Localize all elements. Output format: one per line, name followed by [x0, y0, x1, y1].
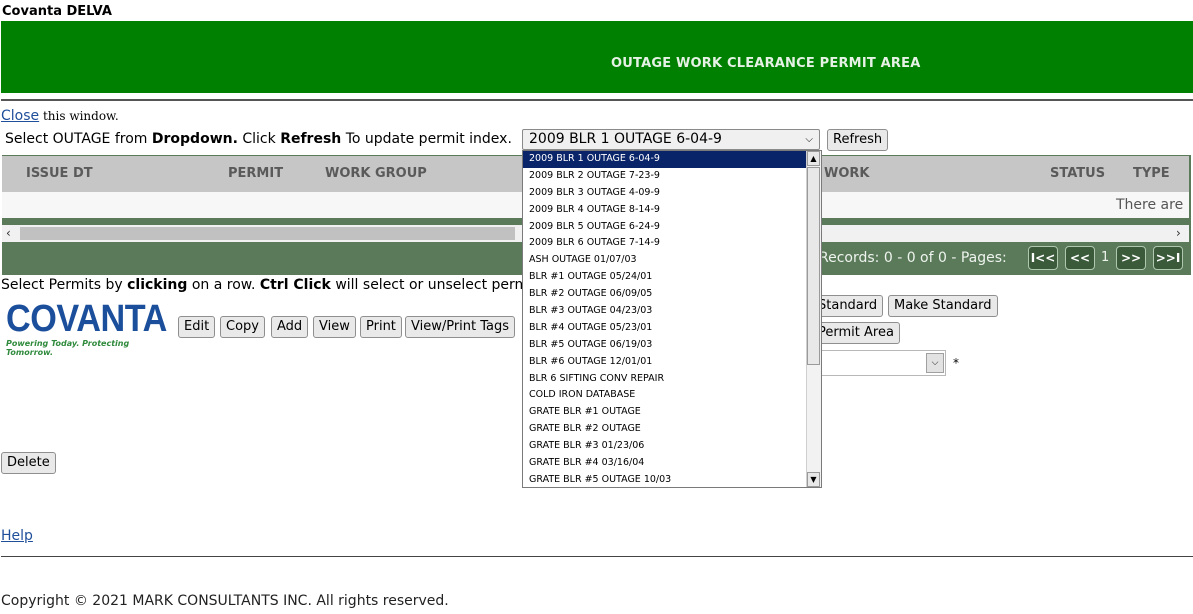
- dropdown-option[interactable]: GRATE BLR #5 OUTAGE 10/03: [523, 472, 821, 487]
- scroll-up-icon[interactable]: ▲: [807, 151, 820, 166]
- dropdown-option[interactable]: BLR #3 OUTAGE 04/23/03: [523, 303, 821, 320]
- print-button[interactable]: Print: [360, 316, 402, 338]
- dropdown-option[interactable]: GRATE BLR #2 OUTAGE: [523, 421, 821, 438]
- outage-select-value: 2009 BLR 1 OUTAGE 6-04-9: [529, 131, 722, 147]
- help-link[interactable]: Help: [1, 528, 33, 544]
- select-permits-instruction: Select Permits by clicking on a row. Ctr…: [1, 277, 528, 293]
- scroll-down-icon[interactable]: ▼: [807, 472, 820, 487]
- logo-tagline: Powering Today. Protecting Tomorrow.: [6, 339, 130, 357]
- dropdown-option[interactable]: BLR 6 SIFTING CONV REPAIR: [523, 371, 821, 388]
- column-header-work[interactable]: WORK: [824, 166, 869, 181]
- dropdown-option[interactable]: 2009 BLR 2 OUTAGE 7-23-9: [523, 168, 821, 185]
- outage-instruction: Select OUTAGE from Dropdown. Click Refre…: [5, 131, 512, 147]
- last-page-button[interactable]: >>I: [1153, 246, 1183, 270]
- first-page-button[interactable]: I<<: [1028, 246, 1058, 270]
- column-header-issue-dt[interactable]: ISSUE DT: [26, 166, 93, 181]
- close-link[interactable]: Close: [1, 108, 39, 124]
- instruction-text: Click: [237, 131, 281, 147]
- instruction-bold: Refresh: [280, 131, 342, 147]
- dropdown-option[interactable]: COLD IRON DATABASE: [523, 387, 821, 404]
- dropdown-option[interactable]: GRATE BLR #4 03/16/04: [523, 455, 821, 472]
- dropdown-option[interactable]: 2009 BLR 4 OUTAGE 8-14-9: [523, 202, 821, 219]
- help-wrapper: Help: [1, 525, 33, 544]
- dropdown-option[interactable]: ASH OUTAGE 01/07/03: [523, 252, 821, 269]
- dropdown-option[interactable]: BLR #4 OUTAGE 05/23/01: [523, 320, 821, 337]
- close-line: Close this window.: [1, 108, 119, 124]
- permit-area-button[interactable]: Permit Area: [812, 322, 900, 344]
- refresh-button[interactable]: Refresh: [827, 129, 889, 151]
- dropdown-scrollbar-thumb[interactable]: [807, 167, 820, 365]
- copy-button[interactable]: Copy: [220, 316, 265, 338]
- divider: [1, 99, 1193, 101]
- dropdown-option[interactable]: GRATE BLR #1 OUTAGE: [523, 404, 821, 421]
- standard-button[interactable]: Standard: [812, 295, 884, 317]
- dropdown-option[interactable]: 2009 BLR 1 OUTAGE 6-04-9: [523, 151, 821, 168]
- instruction-text: will select or unselect perm: [330, 277, 529, 293]
- empty-message: There are: [1116, 197, 1184, 213]
- dropdown-option[interactable]: BLR #2 OUTAGE 06/09/05: [523, 286, 821, 303]
- page-title: OUTAGE WORK CLEARANCE PERMIT AREA: [611, 56, 921, 71]
- dropdown-option[interactable]: 2009 BLR 3 OUTAGE 4-09-9: [523, 185, 821, 202]
- next-page-button[interactable]: >>: [1116, 246, 1146, 270]
- footer-divider: [1, 556, 1193, 557]
- instruction-bold: clicking: [127, 277, 188, 293]
- outage-select[interactable]: 2009 BLR 1 OUTAGE 6-04-9 ⌵: [522, 129, 820, 150]
- view-print-tags-button[interactable]: View/Print Tags: [405, 316, 516, 338]
- make-standard-button[interactable]: Make Standard: [888, 295, 998, 317]
- close-text: this window.: [39, 109, 119, 123]
- edit-button[interactable]: Edit: [178, 316, 216, 338]
- outage-dropdown-list[interactable]: 2009 BLR 1 OUTAGE 6-04-9 2009 BLR 2 OUTAG…: [522, 150, 822, 488]
- dropdown-option[interactable]: BLR #5 OUTAGE 06/19/03: [523, 337, 821, 354]
- logo-wordmark: COVANTA: [6, 298, 167, 340]
- add-button[interactable]: Add: [271, 316, 309, 338]
- instruction-text: on a row.: [187, 277, 260, 293]
- copyright: Copyright © 2021 MARK CONSULTANTS INC. A…: [1, 593, 449, 609]
- instruction-text: To update permit index.: [341, 131, 512, 147]
- app-title: Covanta DELVA: [2, 4, 112, 19]
- view-button[interactable]: View: [313, 316, 356, 338]
- page-number: 1: [1101, 250, 1110, 265]
- chevron-down-icon: ⌵: [805, 134, 813, 145]
- column-header-permit[interactable]: PERMIT: [228, 166, 283, 181]
- scroll-right-icon[interactable]: ›: [1176, 226, 1181, 240]
- column-header-work-group[interactable]: WORK GROUP: [325, 166, 427, 181]
- column-header-type[interactable]: TYPE: [1133, 166, 1170, 181]
- covanta-logo: COVANTA Powering Today. Protecting Tomor…: [6, 298, 170, 357]
- dropdown-option[interactable]: BLR #1 OUTAGE 05/24/01: [523, 269, 821, 286]
- dropdown-option[interactable]: 2009 BLR 5 OUTAGE 6-24-9: [523, 219, 821, 236]
- scrollbar-thumb[interactable]: [20, 227, 515, 240]
- dropdown-option[interactable]: BLR #6 OUTAGE 12/01/01: [523, 354, 821, 371]
- chevron-down-icon[interactable]: ⌵: [926, 353, 944, 373]
- header-banner: [1, 21, 1193, 93]
- instruction-text: Select OUTAGE from: [5, 131, 152, 147]
- delete-button[interactable]: Delete: [1, 452, 56, 474]
- records-info: Records: 0 - 0 of 0 - Pages:: [819, 250, 1007, 266]
- required-marker: *: [953, 356, 959, 370]
- instruction-bold: Dropdown.: [151, 131, 238, 147]
- column-header-status[interactable]: STATUS: [1050, 166, 1105, 181]
- instruction-text: Select Permits by: [1, 277, 128, 293]
- scroll-left-icon[interactable]: ‹: [6, 226, 11, 240]
- instruction-bold: Ctrl Click: [259, 277, 331, 293]
- dropdown-option[interactable]: GRATE BLR #3 01/23/06: [523, 438, 821, 455]
- prev-page-button[interactable]: <<: [1065, 246, 1095, 270]
- dropdown-option[interactable]: 2009 BLR 6 OUTAGE 7-14-9: [523, 235, 821, 252]
